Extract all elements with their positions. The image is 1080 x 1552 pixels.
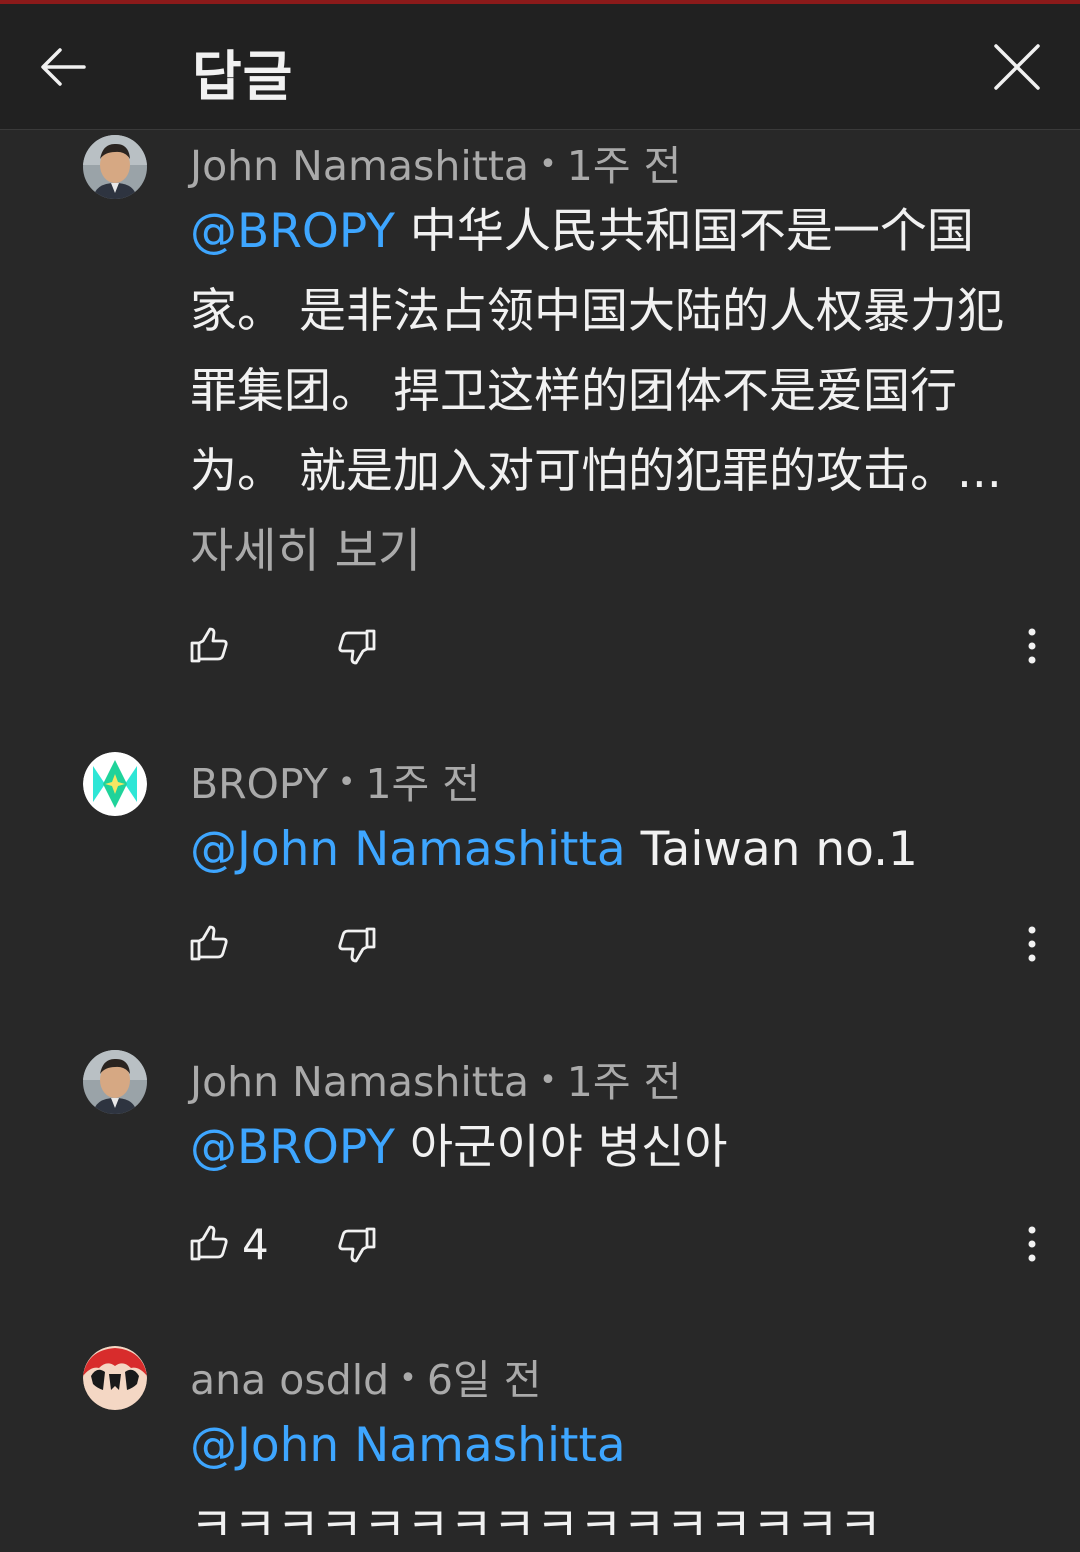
dislike-button[interactable] — [336, 1214, 378, 1274]
thumbs-up-icon — [190, 925, 228, 961]
like-count: 4 — [242, 1219, 269, 1269]
more-options-button[interactable] — [1012, 1214, 1052, 1274]
reply-text[interactable]: @John Namashitta Taiwan no.1 — [190, 810, 1040, 890]
arrow-left-icon — [41, 48, 86, 86]
close-button[interactable] — [984, 34, 1050, 100]
mention-link[interactable]: @BROPY — [190, 1120, 395, 1175]
timestamp: 6일 전 — [426, 1356, 542, 1404]
avatar[interactable] — [83, 1050, 147, 1114]
timestamp: 1주 전 — [566, 142, 682, 190]
reply-meta: John Namashitta • 1주 전 — [190, 132, 681, 192]
author-name[interactable]: ana osdld — [190, 1356, 389, 1404]
thumbs-up-icon — [190, 1225, 228, 1261]
avatar[interactable] — [83, 135, 147, 199]
avatar-logo-icon — [83, 752, 147, 816]
more-options-button[interactable] — [1012, 914, 1052, 974]
reply-meta: ana osdld • 6일 전 — [190, 1346, 541, 1406]
separator-dot: • — [399, 1361, 417, 1396]
reply-text[interactable]: @BROPY 中华人民共和国不是一个国家。 是非法占领中国大陆的人权暴力犯罪集团… — [190, 192, 1040, 592]
more-options-button[interactable] — [1012, 616, 1052, 676]
more-vert-icon — [1028, 926, 1036, 962]
reply-actions — [0, 914, 1080, 974]
avatar[interactable] — [83, 1346, 147, 1410]
dislike-button[interactable] — [336, 914, 378, 974]
thumbs-down-icon — [338, 1227, 376, 1263]
reply-actions: 4 — [0, 1214, 1080, 1274]
author-name[interactable]: BROPY — [190, 760, 328, 808]
avatar[interactable] — [83, 752, 147, 816]
read-more-link[interactable]: 자세히 보기 — [190, 524, 421, 579]
separator-dot: • — [337, 765, 356, 800]
avatar-photo-icon — [83, 135, 147, 199]
like-button[interactable] — [188, 616, 242, 676]
reply-body: ㅋㅋㅋㅋㅋㅋㅋㅋㅋㅋㅋㅋㅋㅋㅋㅋ — [190, 1498, 882, 1552]
like-button[interactable]: 4 — [188, 1214, 269, 1274]
thumbs-down-icon — [338, 927, 376, 963]
reply-text[interactable]: @BROPY 아군이야 병신아 — [190, 1108, 1040, 1188]
author-name[interactable]: John Namashitta — [190, 142, 529, 190]
reply-actions — [0, 616, 1080, 676]
separator-dot: • — [539, 1063, 557, 1098]
avatar-photo-icon — [83, 1050, 147, 1114]
reply-meta: John Namashitta • 1주 전 — [190, 1048, 681, 1108]
dislike-button[interactable] — [336, 616, 378, 676]
close-icon — [994, 44, 1040, 90]
page-title: 답글 — [192, 45, 294, 108]
more-vert-icon — [1028, 628, 1036, 664]
timestamp: 1주 전 — [365, 760, 481, 808]
mention-link[interactable]: @John Namashitta — [190, 1418, 626, 1473]
thumbs-down-icon — [338, 629, 376, 665]
more-vert-icon — [1028, 1226, 1036, 1262]
mention-link[interactable]: @John Namashitta — [190, 822, 626, 877]
author-name[interactable]: John Namashitta — [190, 1058, 529, 1106]
replies-header: 답글 — [0, 4, 1080, 130]
reply-list[interactable]: John Namashitta • 1주 전 @BROPY 中华人民共和国不是一个国… — [0, 130, 1080, 1552]
reply-text[interactable]: @John Namashitta ㅋㅋㅋㅋㅋㅋㅋㅋㅋㅋㅋㅋㅋㅋㅋㅋ — [190, 1406, 1040, 1552]
back-button[interactable] — [30, 34, 96, 100]
mention-link[interactable]: @BROPY — [190, 204, 395, 259]
like-button[interactable] — [188, 914, 242, 974]
separator-dot: • — [539, 147, 557, 182]
reply-meta: BROPY • 1주 전 — [190, 750, 480, 810]
timestamp: 1주 전 — [566, 1058, 682, 1106]
reply-body: Taiwan no.1 — [625, 822, 918, 877]
thumbs-up-icon — [190, 627, 228, 663]
reply-body: 아군이야 병신아 — [394, 1120, 728, 1175]
avatar-cartoon-icon — [83, 1346, 147, 1410]
